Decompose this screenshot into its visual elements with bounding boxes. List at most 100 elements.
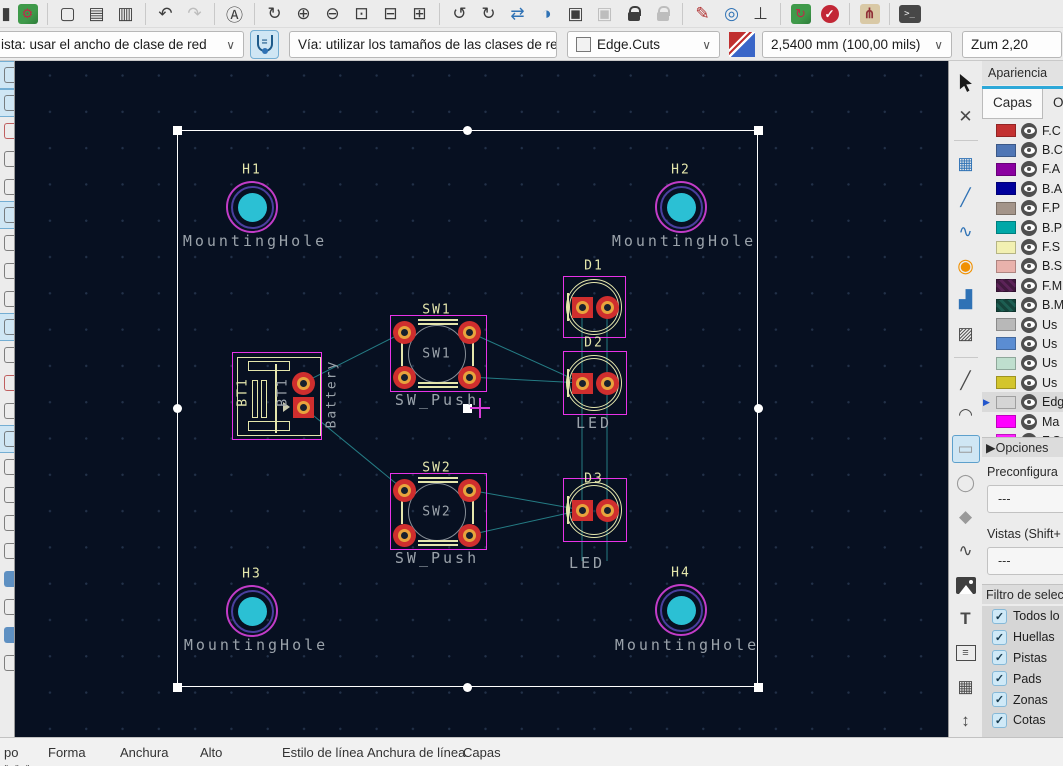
visibility-eye-icon[interactable]: [1021, 336, 1037, 352]
pad[interactable]: [572, 373, 593, 394]
visibility-eye-icon[interactable]: [1021, 414, 1037, 430]
save-icon[interactable]: ▮: [0, 2, 12, 26]
pad[interactable]: [393, 321, 416, 344]
visibility-eye-icon[interactable]: [1021, 317, 1037, 333]
visibility-eye-icon[interactable]: [1021, 181, 1037, 197]
viewports-dropdown[interactable]: ---: [987, 547, 1063, 575]
layer-row[interactable]: B.C: [982, 140, 1063, 159]
left-toolbar-partial-icon[interactable]: [0, 649, 14, 677]
highlight-net-icon[interactable]: ✕: [952, 103, 980, 131]
rule-area-icon[interactable]: ▨: [952, 320, 980, 348]
checkbox-checked[interactable]: [992, 630, 1007, 645]
layer-row[interactable]: B.P: [982, 218, 1063, 237]
checkbox-checked[interactable]: [992, 692, 1007, 707]
selection-handle[interactable]: [173, 683, 182, 692]
layer-color-swatch[interactable]: [996, 202, 1016, 215]
layer-color-swatch[interactable]: [996, 260, 1016, 273]
left-toolbar-partial-icon[interactable]: [0, 257, 14, 285]
layer-color-swatch[interactable]: [996, 396, 1016, 409]
visibility-eye-icon[interactable]: [1021, 258, 1037, 274]
net-inspector-icon[interactable]: ⋔: [856, 2, 883, 26]
layer-color-swatch[interactable]: [996, 299, 1016, 312]
zoom-fit-page-icon[interactable]: ⊡: [348, 2, 375, 26]
layer-row[interactable]: F.M: [982, 276, 1063, 295]
zoom-fit-objects-icon[interactable]: ⊟: [377, 2, 404, 26]
rotate-ccw-icon[interactable]: ↺: [446, 2, 473, 26]
checkbox-checked[interactable]: [992, 650, 1007, 665]
left-toolbar-partial-icon[interactable]: [0, 621, 14, 649]
layer-row[interactable]: B.A: [982, 179, 1063, 198]
layer-color-swatch[interactable]: [996, 241, 1016, 254]
left-toolbar-grid-style-icon[interactable]: [0, 89, 14, 117]
layer-row[interactable]: B.M: [982, 296, 1063, 315]
route-tracks-icon[interactable]: ╱: [952, 184, 980, 212]
selection-handle[interactable]: [463, 126, 472, 135]
left-toolbar-partial-icon[interactable]: [0, 341, 14, 369]
visibility-eye-icon[interactable]: [1021, 297, 1037, 313]
zoom-dropdown[interactable]: Zum 2,20: [962, 31, 1062, 58]
pad[interactable]: [596, 499, 619, 522]
visibility-eye-icon[interactable]: [1021, 355, 1037, 371]
visibility-eye-icon[interactable]: [1021, 161, 1037, 177]
pad[interactable]: [393, 524, 416, 547]
selection-handle[interactable]: [173, 126, 182, 135]
left-toolbar-partial-icon[interactable]: [0, 285, 14, 313]
layer-row-selected[interactable]: ▶Edg: [982, 392, 1063, 411]
add-footprint-icon[interactable]: ▦: [952, 150, 980, 178]
left-toolbar-partial-icon[interactable]: [0, 229, 14, 257]
left-toolbar-units-icon[interactable]: [0, 201, 14, 229]
draw-rectangle-icon[interactable]: ▭: [952, 435, 980, 463]
visibility-eye-icon[interactable]: [1021, 142, 1037, 158]
rotate-cw-icon[interactable]: ↻: [475, 2, 502, 26]
footprint-editor-icon[interactable]: ✎: [689, 2, 716, 26]
layer-row[interactable]: Us: [982, 315, 1063, 334]
layer-row[interactable]: F.A: [982, 160, 1063, 179]
board-setup-icon[interactable]: ⚙: [14, 2, 41, 26]
checkbox-checked[interactable]: [992, 671, 1007, 686]
zoom-selection-icon[interactable]: ⊞: [406, 2, 433, 26]
scripting-console-icon[interactable]: >_: [896, 2, 923, 26]
track-width-dropdown[interactable]: ista: usar el ancho de clase de red ∨: [0, 31, 244, 58]
visibility-eye-icon[interactable]: [1021, 123, 1037, 139]
selection-handle[interactable]: [463, 683, 472, 692]
selection-handle[interactable]: [173, 404, 182, 413]
visibility-eye-icon[interactable]: [1021, 220, 1037, 236]
pad[interactable]: [572, 297, 593, 318]
left-toolbar-partial-icon[interactable]: [0, 397, 14, 425]
pad[interactable]: [393, 366, 416, 389]
add-dimension-icon[interactable]: ↕: [952, 707, 980, 735]
layer-color-swatch[interactable]: [996, 337, 1016, 350]
filter-item[interactable]: Zonas: [982, 689, 1063, 710]
drc-icon[interactable]: ✓: [816, 2, 843, 26]
find-icon[interactable]: Ⓐ: [221, 2, 248, 26]
left-toolbar-partial-icon[interactable]: [0, 481, 14, 509]
print-icon[interactable]: ▤: [83, 2, 110, 26]
footprint-browser-icon[interactable]: ◎: [718, 2, 745, 26]
layer-color-swatch[interactable]: [996, 163, 1016, 176]
layer-color-swatch[interactable]: [996, 357, 1016, 370]
draw-bezier-icon[interactable]: ∿: [952, 537, 980, 565]
grid-dropdown[interactable]: 2,5400 mm (100,00 mils) ∨: [762, 31, 952, 58]
draw-circle-icon[interactable]: ◯: [952, 469, 980, 497]
left-toolbar-partial-icon[interactable]: [0, 593, 14, 621]
layer-row[interactable]: Us: [982, 373, 1063, 392]
layer-color-swatch[interactable]: [996, 144, 1016, 157]
layer-color-swatch[interactable]: [996, 376, 1016, 389]
left-toolbar-partial-icon[interactable]: [0, 509, 14, 537]
layer-row[interactable]: F.C: [982, 121, 1063, 140]
layer-row[interactable]: Us: [982, 334, 1063, 353]
layer-row[interactable]: Us: [982, 354, 1063, 373]
select-tool-icon[interactable]: [952, 69, 980, 97]
spacing-tool-icon[interactable]: ⊥: [747, 2, 774, 26]
add-via-icon[interactable]: ◉: [952, 252, 980, 280]
add-textbox-icon[interactable]: ≡: [952, 639, 980, 667]
filter-item[interactable]: Todos lo: [982, 606, 1063, 627]
visibility-eye-icon[interactable]: [1021, 200, 1037, 216]
left-toolbar-sheet-icon[interactable]: [0, 565, 14, 593]
pad[interactable]: [572, 500, 593, 521]
pad[interactable]: [393, 479, 416, 502]
add-table-icon[interactable]: ▦: [952, 673, 980, 701]
layer-color-swatch[interactable]: [996, 415, 1016, 428]
pad[interactable]: [596, 296, 619, 319]
draw-arc-icon[interactable]: ◠: [952, 401, 980, 429]
